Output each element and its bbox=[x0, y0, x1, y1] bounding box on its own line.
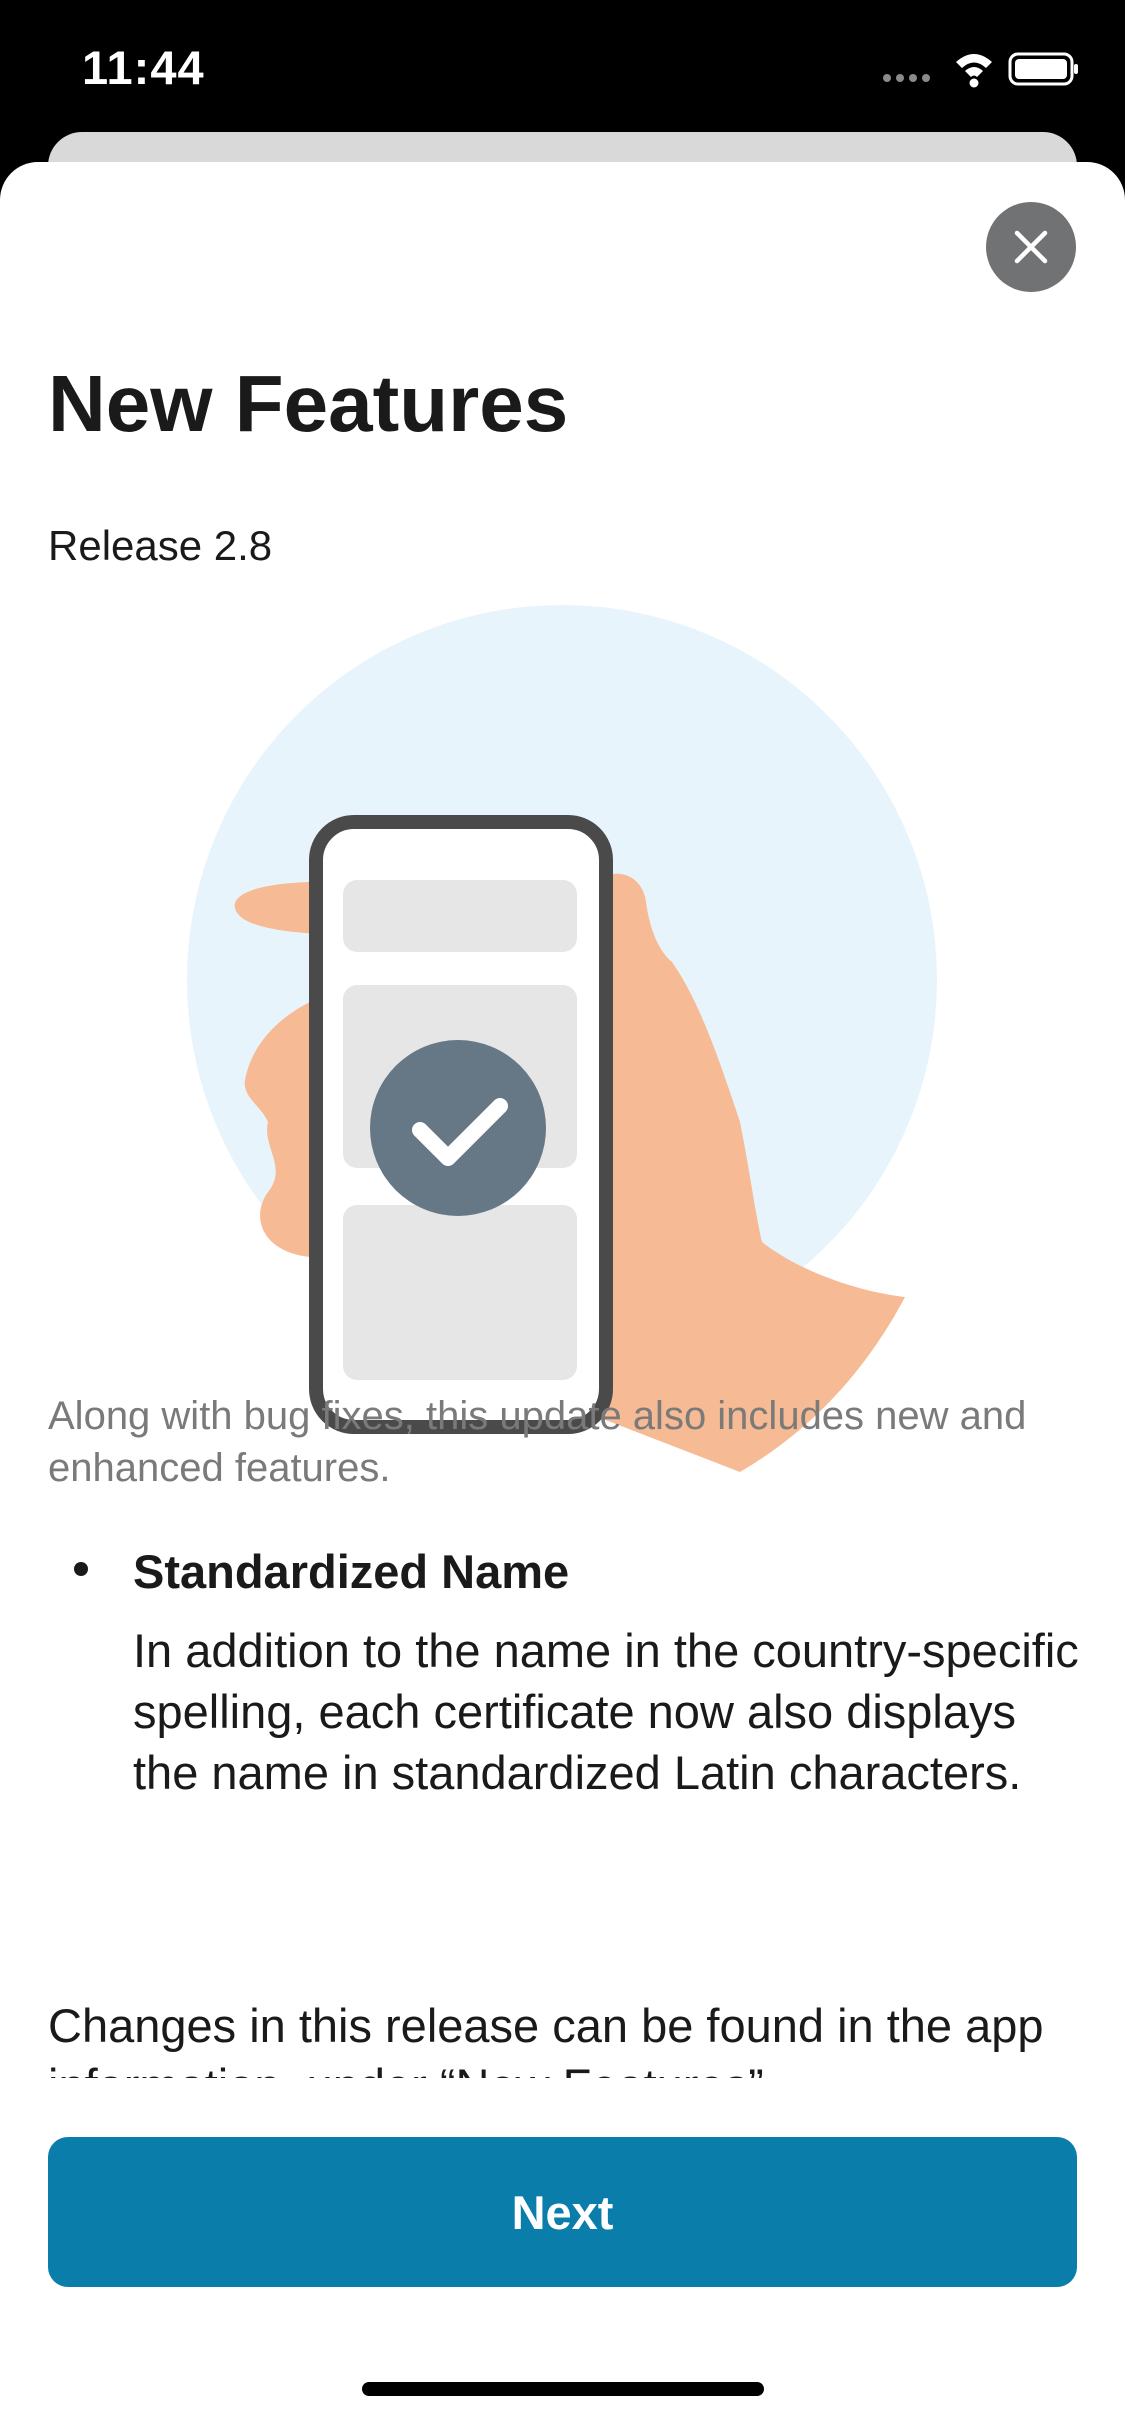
next-button[interactable]: Next bbox=[48, 2137, 1077, 2287]
signal-dots-icon bbox=[883, 74, 930, 82]
close-button[interactable] bbox=[986, 202, 1076, 292]
wifi-icon bbox=[956, 54, 992, 88]
feature-description: In addition to the name in the country-s… bbox=[133, 1624, 1079, 1799]
close-icon bbox=[1014, 230, 1048, 264]
status-icons bbox=[883, 52, 1078, 88]
bullet-icon bbox=[74, 1562, 88, 1576]
release-version: Release 2.8 bbox=[48, 522, 273, 569]
new-features-sheet: New Features Release 2.8 Along with bug … bbox=[0, 162, 1125, 2436]
phone-card-top bbox=[343, 880, 577, 952]
changes-note: Changes in this release can be found in … bbox=[48, 1999, 1044, 2078]
status-time: 11:44 bbox=[82, 41, 205, 94]
phone-card-bottom bbox=[343, 1205, 577, 1380]
status-bar: 11:44 bbox=[0, 0, 1125, 150]
battery-icon bbox=[1008, 52, 1078, 86]
home-indicator bbox=[362, 2382, 764, 2396]
page-title: New Features bbox=[48, 359, 569, 448]
check-badge bbox=[370, 1040, 546, 1216]
changes-note-container: Changes in this release can be found in … bbox=[48, 1992, 1088, 2078]
feature-title: Standardized Name bbox=[133, 1545, 570, 1598]
intro-text: Along with bug fixes, this update also i… bbox=[48, 1394, 1027, 1490]
